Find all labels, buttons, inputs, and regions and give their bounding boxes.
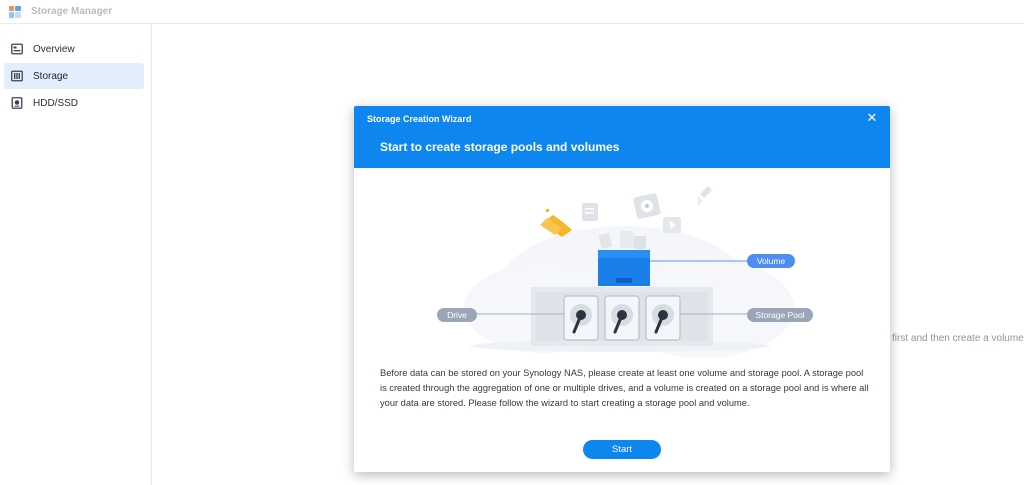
close-icon[interactable]: ✕	[864, 110, 880, 126]
sidebar-item-label: Storage	[33, 70, 69, 82]
dialog-heading: Start to create storage pools and volume…	[380, 140, 620, 154]
hard-drive-icon	[563, 295, 599, 341]
storage-creation-wizard-dialog: Storage Creation Wizard ✕ Start to creat…	[354, 106, 890, 472]
rocket-icon	[697, 186, 712, 206]
disc-icon	[633, 193, 661, 219]
volume-label: Volume	[757, 256, 786, 266]
volume-box-icon	[598, 250, 650, 286]
storage-icon	[11, 70, 23, 82]
sidebar-item-hdd-ssd[interactable]: HDD/SSD	[4, 90, 144, 116]
sidebar-item-overview[interactable]: Overview	[4, 36, 144, 62]
storage-pool-label: Storage Pool	[755, 310, 804, 320]
dialog-header: Storage Creation Wizard ✕ Start to creat…	[354, 106, 890, 168]
window-titlebar: Storage Manager	[0, 0, 1024, 24]
hdd-icon	[11, 97, 23, 109]
app-title: Storage Manager	[31, 6, 113, 17]
document-icon	[582, 203, 598, 221]
hard-drive-icon	[604, 295, 640, 341]
sidebar-item-label: Overview	[33, 43, 75, 55]
sidebar: Overview Storage HDD/SSD	[0, 24, 152, 485]
background-hint-text: first and then create a volume.	[892, 333, 1024, 344]
dialog-title: Storage Creation Wizard	[367, 114, 472, 124]
storage-illustration: Volume Drive Storage Pool	[354, 168, 890, 358]
hard-drive-icon	[645, 295, 681, 341]
storage-manager-logo-icon	[8, 5, 22, 19]
folder-icon	[540, 209, 572, 237]
sidebar-item-storage[interactable]: Storage	[4, 63, 144, 89]
video-icon	[663, 217, 681, 233]
dialog-description: Before data can be stored on your Synolo…	[380, 368, 869, 408]
drive-label: Drive	[447, 310, 467, 320]
sidebar-item-label: HDD/SSD	[33, 97, 79, 109]
overview-icon	[11, 43, 23, 55]
start-button[interactable]: Start	[583, 440, 661, 459]
